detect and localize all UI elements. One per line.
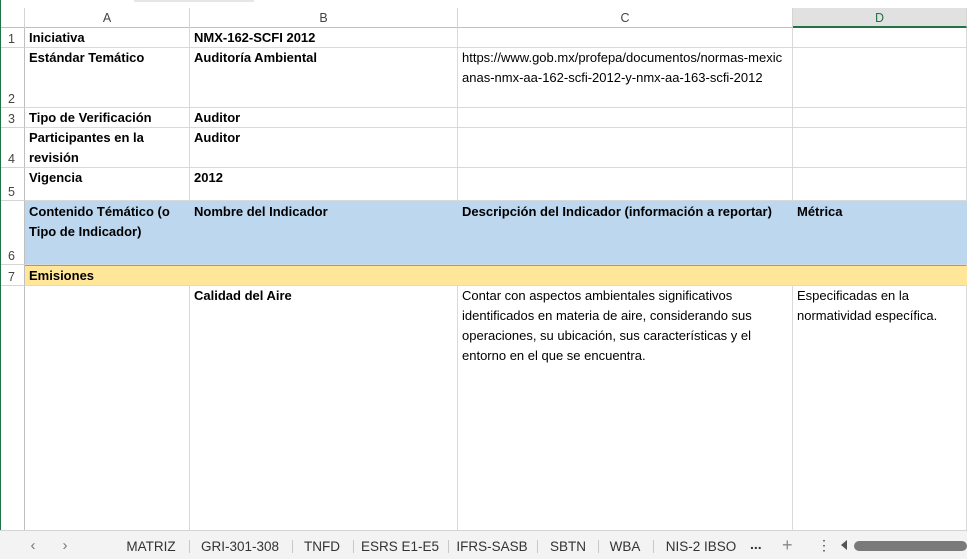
cell-c6[interactable]: Descripción del Indicador (información a… — [458, 201, 793, 265]
row-header-4[interactable]: 4 — [0, 128, 25, 168]
row-header-1[interactable]: 1 — [0, 28, 25, 48]
top-strip — [0, 0, 967, 8]
cell-a8[interactable] — [25, 286, 190, 530]
tab-separator — [189, 540, 190, 553]
row-header-2[interactable]: 2 — [0, 48, 25, 108]
spreadsheet-grid[interactable]: A B C D 1 2 3 4 5 6 7 Iniciativa NMX-162… — [0, 0, 967, 530]
sheet-tab-wba[interactable]: WBA — [602, 531, 648, 559]
select-all-corner[interactable] — [0, 8, 25, 28]
tab-prev-arrow-icon[interactable]: ‹ — [24, 531, 42, 559]
tab-next-arrow-icon[interactable]: › — [56, 531, 74, 559]
cell-c1[interactable] — [458, 28, 793, 48]
cell-d3[interactable] — [793, 108, 967, 128]
sheet-tab-gri-301-308[interactable]: GRI-301-308 — [193, 531, 287, 559]
cell-a1[interactable]: Iniciativa — [25, 28, 190, 48]
cell-a6[interactable]: Contenido Témático (o Tipo de Indicador) — [25, 201, 190, 265]
row-header-7[interactable]: 7 — [0, 265, 25, 286]
sheet-tabs-bar: ‹ › MATRIZ GRI-301-308 TNFD ESRS E1-E5 I… — [0, 530, 967, 559]
sheet-tab-sbtn[interactable]: SBTN — [541, 531, 595, 559]
cell-d6[interactable]: Métrica — [793, 201, 967, 265]
row-header-3[interactable]: 3 — [0, 108, 25, 128]
more-tabs-icon[interactable]: ... — [750, 531, 762, 559]
cell-b2[interactable]: Auditoría Ambiental — [190, 48, 458, 108]
row-header-8[interactable] — [0, 286, 25, 530]
cell-a5[interactable]: Vigencia — [25, 168, 190, 201]
sheet-tab-matriz[interactable]: MATRIZ — [118, 531, 184, 559]
cell-b8[interactable]: Calidad del Aire — [190, 286, 458, 530]
row-header-5[interactable]: 5 — [0, 168, 25, 201]
cell-b4[interactable]: Auditor — [190, 128, 458, 168]
top-strip-tick — [134, 0, 254, 2]
column-header-c[interactable]: C — [458, 8, 793, 28]
add-sheet-icon[interactable]: + — [782, 531, 793, 559]
cell-d8[interactable]: Especificadas en la normatividad específ… — [793, 286, 967, 530]
cell-d4[interactable] — [793, 128, 967, 168]
cell-c5[interactable] — [458, 168, 793, 201]
window-edge — [0, 0, 1, 530]
cell-d5[interactable] — [793, 168, 967, 201]
row-header-6[interactable]: 6 — [0, 201, 25, 265]
sheet-tab-esrs-e1-e5[interactable]: ESRS E1-E5 — [357, 531, 443, 559]
cell-b5[interactable]: 2012 — [190, 168, 458, 201]
tab-separator — [448, 540, 449, 553]
cell-c2[interactable]: https://www.gob.mx/profepa/documentos/no… — [458, 48, 793, 108]
cell-c3[interactable] — [458, 108, 793, 128]
cell-c8[interactable]: Contar con aspectos ambientales signific… — [458, 286, 793, 530]
cell-d2[interactable] — [793, 48, 967, 108]
tab-separator — [537, 540, 538, 553]
cell-d1[interactable] — [793, 28, 967, 48]
cell-b3[interactable]: Auditor — [190, 108, 458, 128]
column-header-b[interactable]: B — [190, 8, 458, 28]
cell-b6[interactable]: Nombre del Indicador — [190, 201, 458, 265]
cell-c4[interactable] — [458, 128, 793, 168]
cell-b1[interactable]: NMX-162-SCFI 2012 — [190, 28, 458, 48]
cell-a7[interactable]: Emisiones — [25, 265, 967, 286]
cell-a4[interactable]: Participantes en la revisión — [25, 128, 190, 168]
cell-a3[interactable]: Tipo de Verificación — [25, 108, 190, 128]
tab-separator — [292, 540, 293, 553]
scroll-left-arrow-icon[interactable] — [841, 540, 847, 550]
scrollbar-options-icon[interactable]: ⋮ — [817, 531, 831, 559]
column-header-d[interactable]: D — [793, 8, 967, 28]
sheet-tab-nis-2-ibso[interactable]: NIS-2 IBSO — [657, 531, 745, 559]
horizontal-scrollbar-thumb[interactable] — [854, 541, 967, 551]
tab-separator — [653, 540, 654, 553]
sheet-tab-tnfd[interactable]: TNFD — [296, 531, 348, 559]
tab-separator — [353, 540, 354, 553]
sheet-tab-ifrs-sasb[interactable]: IFRS-SASB — [452, 531, 532, 559]
tab-separator — [598, 540, 599, 553]
column-header-row: A B C D — [0, 8, 967, 28]
column-header-a[interactable]: A — [25, 8, 190, 28]
cell-a2[interactable]: Estándar Temático — [25, 48, 190, 108]
